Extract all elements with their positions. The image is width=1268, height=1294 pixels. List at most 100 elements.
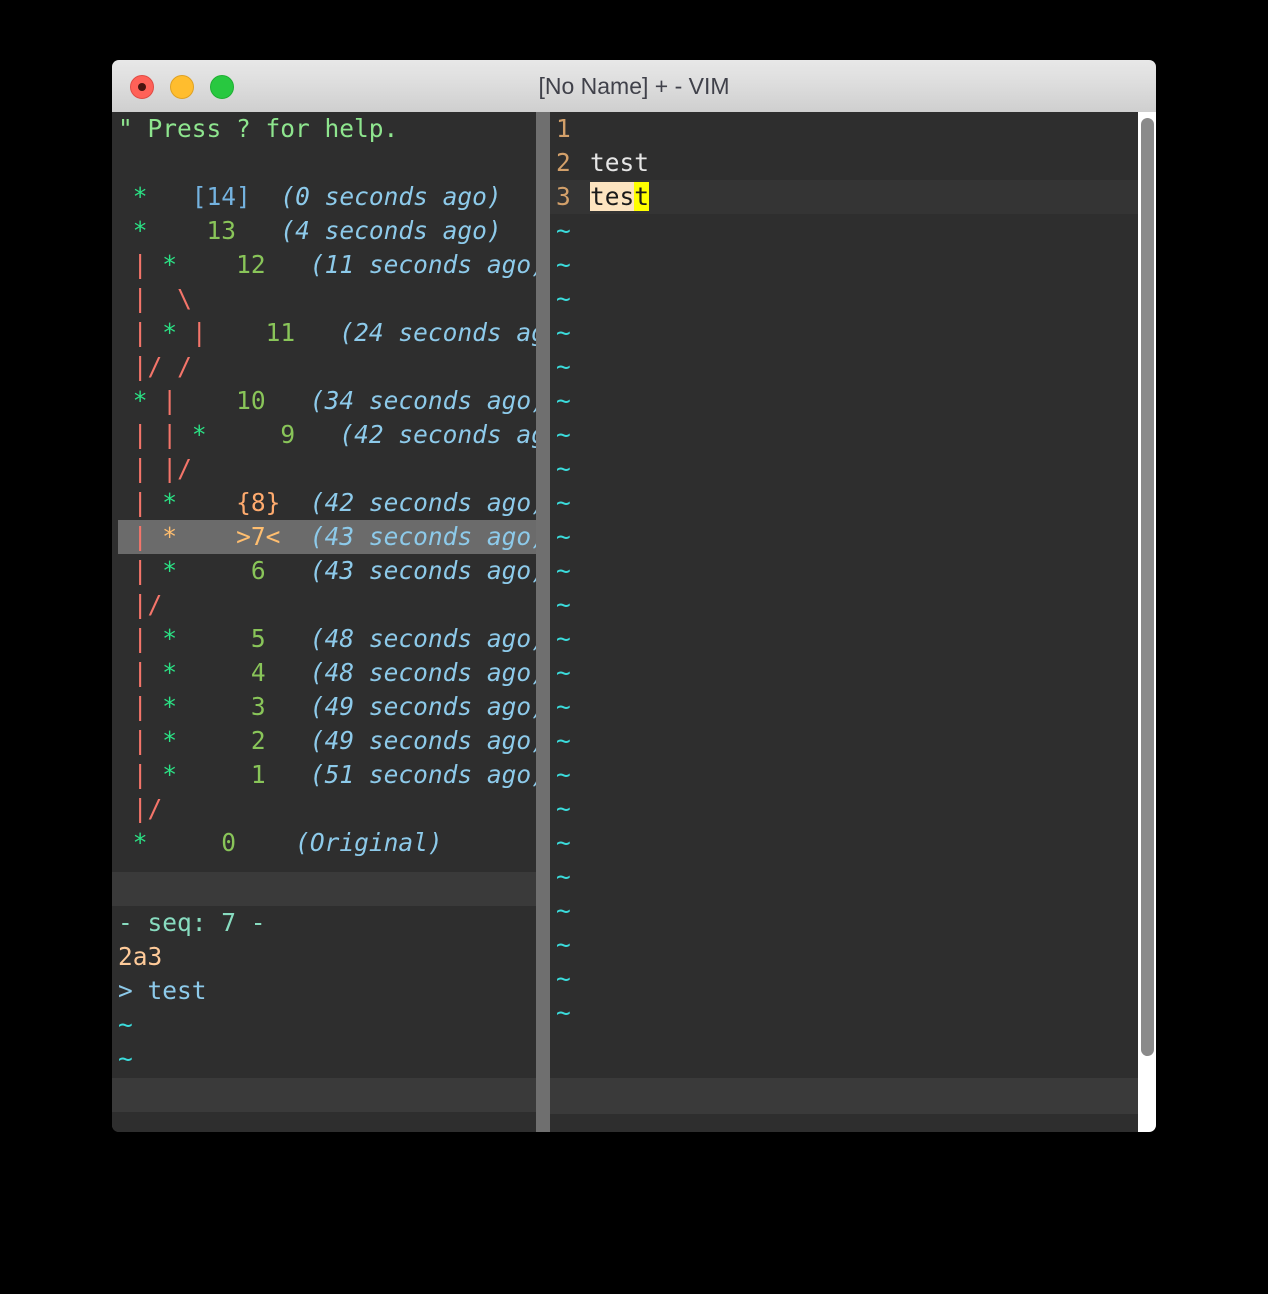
undotree-panel[interactable]: " Press ? for help. * [14] (0 seconds ag…	[112, 112, 536, 872]
diff-line: - seq: 7 -	[118, 906, 536, 940]
undotree-branch-line: /	[148, 794, 163, 823]
undotree-row[interactable]: | |/	[118, 452, 536, 486]
undotree-row[interactable]: | * {8} (42 seconds ago)	[118, 486, 536, 520]
undotree-timestamp: (49 seconds ago)	[295, 692, 536, 721]
undotree-branch-line: |	[133, 726, 148, 755]
undotree-help-line: " Press ? for help.	[118, 112, 536, 146]
undotree-branch-line: |	[133, 284, 148, 313]
text-editor-buffer[interactable]: 12test3test~~~~~~~~~~~~~~~~~~~~~~~~	[550, 112, 1138, 1078]
undotree-timestamp: (Original)	[266, 828, 443, 857]
undotree-branch-line: |	[133, 692, 148, 721]
diff-line-text: ~	[118, 1044, 133, 1073]
diff-line-text: ~	[118, 1010, 133, 1039]
undotree-row[interactable]: |/	[118, 792, 536, 826]
undotree-row[interactable]: |/ /	[118, 350, 536, 384]
editor-empty-line: ~	[550, 792, 1138, 826]
undotree-node-marker: *	[162, 692, 177, 721]
undotree-row[interactable]: | * 12 (11 seconds ago)	[118, 248, 536, 282]
editor-empty-line: ~	[550, 486, 1138, 520]
undotree-row[interactable]: * 13 (4 seconds ago)	[118, 214, 536, 248]
editor-empty-line: ~	[550, 690, 1138, 724]
tilde-marker: ~	[550, 554, 590, 588]
undotree-node-marker: *	[162, 522, 177, 551]
undotree-timestamp: (48 seconds ago)	[295, 658, 536, 687]
undotree-row[interactable]: * | 10 (34 seconds ago)	[118, 384, 536, 418]
undotree-branch-line: |	[133, 522, 148, 551]
tilde-marker: ~	[550, 316, 590, 350]
undotree-row[interactable]: * [14] (0 seconds ago)	[118, 180, 536, 214]
undotree-timestamp: (42 seconds ago	[310, 420, 536, 449]
undotree-row[interactable]: | * 3 (49 seconds ago)	[118, 690, 536, 724]
tilde-marker: ~	[550, 656, 590, 690]
scrollbar-track[interactable]	[1138, 112, 1156, 1132]
undotree-row[interactable]: | * 6 (43 seconds ago)	[118, 554, 536, 588]
undotree-seq-number: 9	[221, 420, 310, 449]
line-number: 1	[550, 112, 590, 146]
undotree-timestamp: (43 seconds ago)	[295, 522, 536, 551]
editor-empty-line: ~	[550, 452, 1138, 486]
editor-empty-line: ~	[550, 384, 1138, 418]
undotree-timestamp: (43 seconds ago)	[295, 556, 536, 585]
editor-empty-line: ~	[550, 316, 1138, 350]
editor-empty-line: ~	[550, 928, 1138, 962]
diff-line-text: > test	[118, 976, 207, 1005]
right-column: 12test3test~~~~~~~~~~~~~~~~~~~~~~~~ NORM…	[550, 112, 1138, 1132]
scrollbar-thumb[interactable]	[1141, 118, 1154, 1056]
undotree-branch-line: |	[133, 420, 148, 449]
undotree-node-marker: *	[162, 760, 177, 789]
undotree-row[interactable]: | \	[118, 282, 536, 316]
editor-empty-line: ~	[550, 282, 1138, 316]
undotree-row[interactable]: | * 4 (48 seconds ago)	[118, 656, 536, 690]
undotree-node-marker: *	[162, 726, 177, 755]
undotree-node-marker: *	[192, 420, 207, 449]
undotree-row[interactable]: * 0 (Original)	[118, 826, 536, 860]
editor-line[interactable]: 1	[550, 112, 1138, 146]
editor-empty-line: ~	[550, 588, 1138, 622]
diff-statusline: diff>>	[112, 1078, 536, 1112]
undotree-branch-line: |	[133, 556, 148, 585]
editor-empty-line: ~	[550, 622, 1138, 656]
diff-line: ~	[118, 1008, 536, 1042]
window-titlebar: [No Name] + - VIM	[112, 60, 1156, 113]
undotree-seq-number: 5	[192, 624, 295, 653]
tilde-marker: ~	[550, 588, 590, 622]
undotree-timestamp: (0 seconds ago)	[251, 182, 502, 211]
undotree-row[interactable]: | * 2 (49 seconds ago)	[118, 724, 536, 758]
undotree-branch-line: \	[177, 284, 192, 313]
undotree-row[interactable]: | | * 9 (42 seconds ago	[118, 418, 536, 452]
undotree-row[interactable]: |/	[118, 588, 536, 622]
undotree-timestamp: (51 seconds ago)	[295, 760, 536, 789]
diff-panel[interactable]: - seq: 7 -2a3 > test ~ ~	[112, 906, 536, 1098]
undotree-node-marker: *	[133, 386, 148, 415]
undotree-row[interactable]: | * >7< (43 seconds ago)	[118, 520, 536, 554]
undotree-row[interactable]: | * | 11 (24 seconds ag	[118, 316, 536, 350]
editor-empty-line: ~	[550, 826, 1138, 860]
undotree-timestamp: (4 seconds ago)	[251, 216, 502, 245]
undotree-branch-line: /	[148, 590, 163, 619]
diff-line-text: 2a3	[118, 942, 162, 971]
tilde-marker: ~	[550, 486, 590, 520]
undotree-timestamp: (11 seconds ago)	[280, 250, 536, 279]
undotree-branch-line: |	[133, 590, 148, 619]
editor-empty-line: ~	[550, 248, 1138, 282]
tilde-marker: ~	[550, 826, 590, 860]
undotree-row[interactable]: | * 1 (51 seconds ago)	[118, 758, 536, 792]
editor-line-text: test	[590, 148, 649, 177]
undotree-branch-line: |	[133, 760, 148, 789]
undotree-timestamp: (48 seconds ago)	[295, 624, 536, 653]
undotree-row[interactable]: | * 5 (48 seconds ago)	[118, 622, 536, 656]
undotree-branch-line: /	[177, 454, 192, 483]
tilde-marker: ~	[550, 418, 590, 452]
undotree-seq-number: [14]	[162, 182, 251, 211]
undotree-branch-line: |	[133, 794, 148, 823]
editor-line[interactable]: 2test	[550, 146, 1138, 180]
editor-empty-line: ~	[550, 656, 1138, 690]
tilde-marker: ~	[550, 214, 590, 248]
undotree-blank-line	[118, 146, 536, 180]
undotree-timestamp: (49 seconds ago)	[295, 726, 536, 755]
undotree-seq-number: 3	[192, 692, 295, 721]
undotree-node-marker: *	[162, 556, 177, 585]
tilde-marker: ~	[550, 520, 590, 554]
left-column: " Press ? for help. * [14] (0 seconds ag…	[112, 112, 536, 1132]
editor-line[interactable]: 3test	[550, 180, 1138, 214]
